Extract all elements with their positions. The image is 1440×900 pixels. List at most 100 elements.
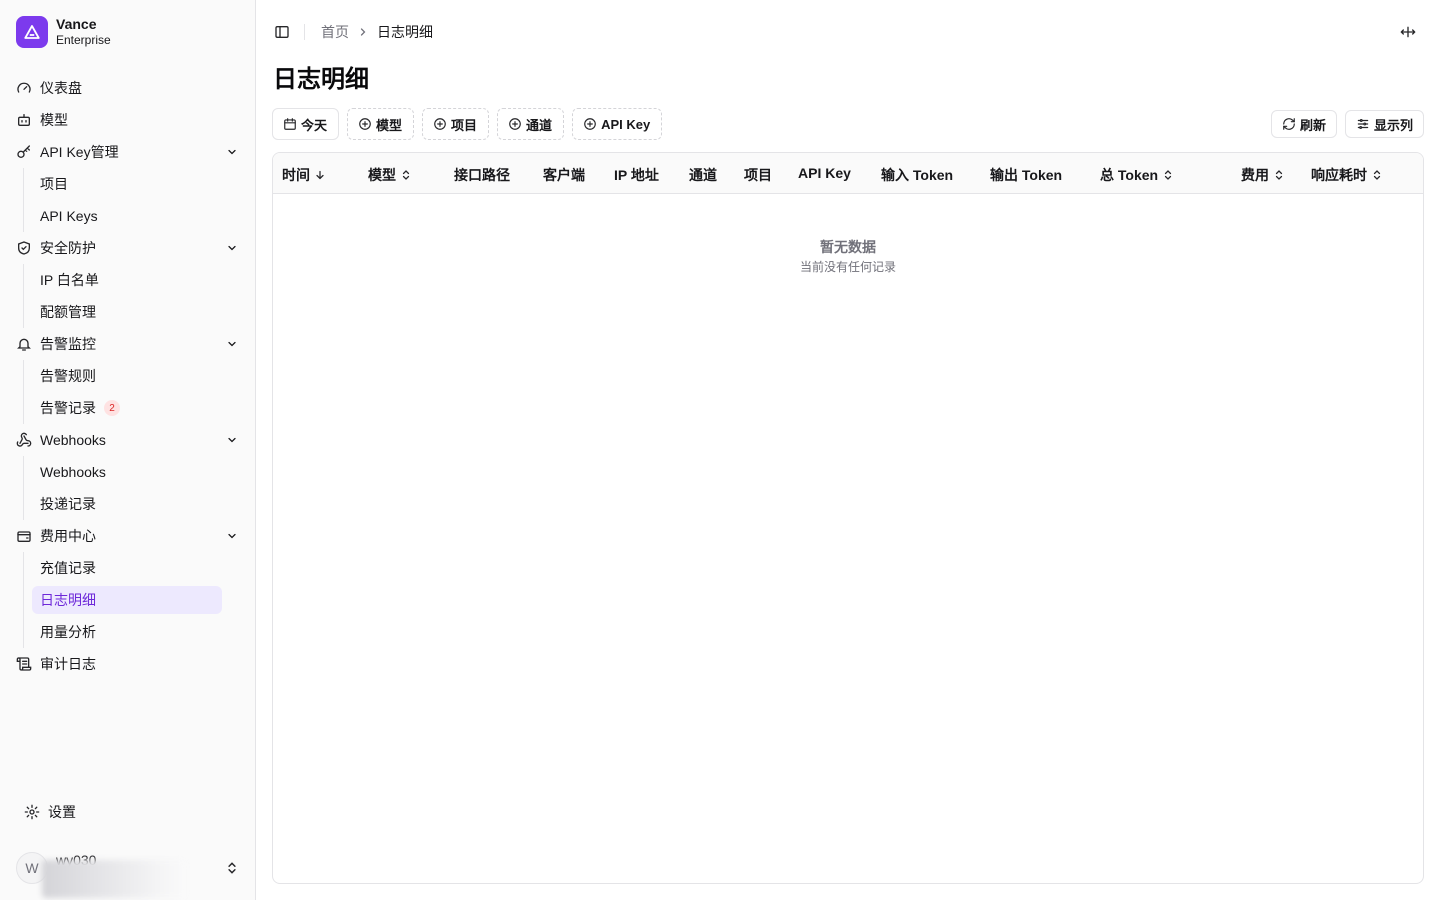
table-header: 时间 模型 接口路径 客户端 IP 地址 通道 项目 API Key 输入 To…	[273, 153, 1423, 194]
shield-check-icon	[16, 240, 32, 256]
filter-bar: 今天 模型 项目 通道 API Key	[272, 108, 663, 140]
channel-filter-button[interactable]: 通道	[497, 108, 565, 140]
divider	[304, 24, 305, 40]
column-header-total-token[interactable]: 总 Token	[1100, 165, 1174, 185]
sidebar-item-log-details[interactable]: 日志明细	[32, 586, 222, 614]
sidebar-item-models[interactable]: 模型	[8, 104, 248, 136]
sidebar-item-projects[interactable]: 项目	[32, 168, 222, 200]
sidebar-item-ip-whitelist[interactable]: IP 白名单	[32, 264, 222, 296]
sidebar-item-alert-records[interactable]: 告警记录 2	[32, 392, 222, 424]
column-header-latency[interactable]: 响应耗时	[1311, 165, 1383, 185]
sidebar-item-audit-log[interactable]: 审计日志	[8, 648, 248, 680]
sliders-icon	[1356, 117, 1370, 131]
channel-filter-label: 通道	[526, 117, 553, 133]
column-header-api-key: API Key	[798, 165, 851, 181]
sidebar-item-dashboard[interactable]: 仪表盘	[8, 72, 248, 104]
sidebar-item-label: Webhooks	[40, 432, 106, 448]
chevrons-up-down-icon[interactable]	[1371, 169, 1383, 181]
column-header-project: 项目	[744, 167, 772, 183]
sidebar-item-security[interactable]: 安全防护	[8, 232, 248, 264]
brand-logo-icon	[16, 16, 48, 48]
column-header-model[interactable]: 模型	[368, 165, 412, 185]
chevron-down-icon[interactable]	[224, 144, 240, 160]
column-header-time[interactable]: 时间	[282, 165, 326, 185]
sidebar-item-api-key-management[interactable]: API Key管理	[8, 136, 248, 168]
refresh-button[interactable]: 刷新	[1270, 110, 1337, 138]
sidebar-item-usage-analysis[interactable]: 用量分析	[32, 616, 222, 648]
calendar-icon	[283, 117, 297, 131]
arrow-down-icon[interactable]	[314, 169, 326, 181]
page-title: 日志明细	[273, 66, 369, 93]
sidebar-item-label: 安全防护	[40, 240, 96, 256]
sidebar-item-billing[interactable]: 费用中心	[8, 520, 248, 552]
breadcrumb-home-link[interactable]: 首页	[321, 22, 349, 42]
chevrons-up-down-icon[interactable]	[1162, 169, 1174, 181]
notification-badge: 2	[104, 400, 120, 416]
chevron-down-icon[interactable]	[224, 240, 240, 256]
column-header-cost[interactable]: 费用	[1241, 165, 1285, 185]
bell-icon	[16, 336, 32, 352]
webhook-icon	[16, 432, 32, 448]
api-key-filter-label: API Key	[601, 116, 651, 132]
redacted-user-info	[42, 860, 186, 898]
settings-label: 设置	[48, 804, 76, 820]
chevron-down-icon[interactable]	[224, 336, 240, 352]
sidebar-item-delivery-records[interactable]: 投递记录	[32, 488, 222, 520]
api-key-filter-button[interactable]: API Key	[572, 108, 663, 140]
chevrons-up-down-icon[interactable]	[224, 860, 240, 876]
user-menu[interactable]: W wy030	[16, 852, 240, 898]
sidebar-toggle-icon[interactable]	[274, 24, 290, 40]
sidebar-item-label: 告警监控	[40, 336, 96, 352]
move-horizontal-icon[interactable]	[1400, 24, 1416, 40]
column-header-ip: IP 地址	[614, 167, 659, 183]
sidebar-nav: 仪表盘 模型 API Key管理 项目 API Keys 安全防护 IP 白名单…	[8, 72, 248, 680]
brand-subtitle: Enterprise	[56, 33, 111, 47]
gauge-icon	[16, 80, 32, 96]
sidebar-item-label: 审计日志	[40, 656, 96, 672]
date-filter-button[interactable]: 今天	[272, 108, 340, 140]
breadcrumb: 首页 日志明细	[321, 22, 433, 42]
sidebar-item-api-keys[interactable]: API Keys	[32, 200, 222, 232]
columns-label: 显示列	[1373, 117, 1413, 133]
chevron-down-icon[interactable]	[224, 432, 240, 448]
model-filter-button[interactable]: 模型	[347, 108, 415, 140]
submenu-billing: 充值记录 日志明细 用量分析	[23, 552, 248, 648]
sidebar-item-label: API Key管理	[40, 144, 119, 160]
column-header-input-token: 输入 Token	[881, 167, 954, 183]
chevrons-up-down-icon[interactable]	[1273, 169, 1285, 181]
sidebar-item-label: 费用中心	[40, 528, 96, 544]
empty-state-subtitle: 当前没有任何记录	[799, 260, 896, 274]
chevron-down-icon[interactable]	[224, 528, 240, 544]
wallet-icon	[16, 528, 32, 544]
empty-state-title: 暂无数据	[820, 239, 876, 255]
breadcrumb-current: 日志明细	[377, 24, 433, 40]
plus-circle-icon	[433, 117, 447, 131]
submenu-api-key: 项目 API Keys	[23, 168, 248, 232]
columns-button[interactable]: 显示列	[1344, 110, 1424, 138]
column-header-client: 客户端	[543, 167, 585, 183]
sidebar-item-label: 模型	[40, 112, 68, 128]
sidebar-item-webhooks-list[interactable]: Webhooks	[32, 456, 222, 488]
brand-name: Vance	[56, 16, 97, 32]
sidebar-item-recharge[interactable]: 充值记录	[32, 552, 222, 584]
chevrons-up-down-icon[interactable]	[400, 169, 412, 181]
plus-circle-icon	[358, 117, 372, 131]
submenu-security: IP 白名单 配额管理	[23, 264, 248, 328]
key-icon	[16, 144, 32, 160]
sidebar-item-alerts[interactable]: 告警监控	[8, 328, 248, 360]
table-actions: 刷新 显示列	[1270, 110, 1424, 138]
column-header-endpoint: 接口路径	[454, 167, 510, 183]
brand[interactable]: Vance Enterprise	[16, 16, 111, 48]
settings-button[interactable]: 设置	[16, 796, 84, 828]
column-header-output-token: 输出 Token	[990, 167, 1063, 183]
empty-state: 暂无数据 当前没有任何记录	[273, 237, 1423, 275]
submenu-webhooks: Webhooks 投递记录	[23, 456, 248, 520]
date-filter-label: 今天	[301, 117, 328, 133]
log-table: 时间 模型 接口路径 客户端 IP 地址 通道 项目 API Key 输入 To…	[272, 152, 1424, 884]
sidebar-item-quota[interactable]: 配额管理	[32, 296, 222, 328]
sidebar-item-label: 告警记录	[40, 400, 96, 416]
sidebar-item-webhooks[interactable]: Webhooks	[8, 424, 248, 456]
gear-icon	[24, 804, 40, 820]
project-filter-button[interactable]: 项目	[422, 108, 490, 140]
sidebar-item-alert-rules[interactable]: 告警规则	[32, 360, 222, 392]
